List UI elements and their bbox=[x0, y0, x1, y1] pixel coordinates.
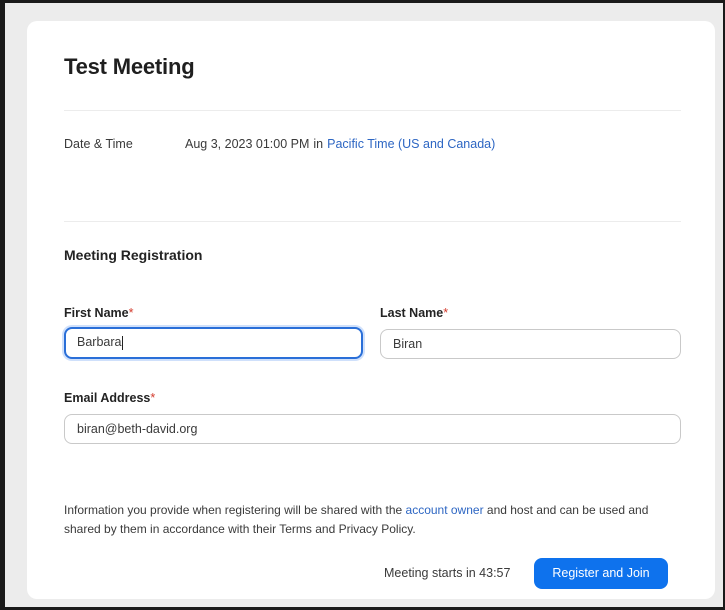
email-input[interactable]: biran@beth-david.org bbox=[64, 414, 681, 444]
in-word: in bbox=[313, 137, 324, 151]
first-name-label-text: First Name bbox=[64, 306, 129, 320]
privacy-notice: Information you provide when registering… bbox=[64, 501, 684, 539]
email-value: biran@beth-david.org bbox=[77, 422, 198, 436]
registration-card: Test Meeting Date & Time Aug 3, 2023 01:… bbox=[27, 21, 715, 599]
divider bbox=[64, 221, 681, 222]
account-owner-link[interactable]: account owner bbox=[406, 503, 484, 517]
email-label: Email Address* bbox=[64, 391, 155, 405]
window-frame: Test Meeting Date & Time Aug 3, 2023 01:… bbox=[5, 3, 723, 607]
notice-text-before: Information you provide when registering… bbox=[64, 503, 406, 517]
first-name-input[interactable]: Barbara bbox=[64, 327, 363, 359]
divider bbox=[64, 110, 681, 111]
last-name-input[interactable]: Biran bbox=[380, 329, 681, 359]
register-and-join-button[interactable]: Register and Join bbox=[534, 558, 668, 589]
last-name-label-text: Last Name bbox=[380, 306, 444, 320]
text-caret bbox=[122, 335, 124, 350]
date-time-value: Aug 3, 2023 01:00 PM bbox=[185, 137, 310, 151]
first-name-label: First Name* bbox=[64, 306, 133, 320]
timezone-link[interactable]: Pacific Time (US and Canada) bbox=[327, 137, 495, 151]
last-name-label: Last Name* bbox=[380, 306, 448, 320]
section-title: Meeting Registration bbox=[64, 247, 203, 263]
first-name-value: Barbara bbox=[77, 335, 122, 349]
required-marker: * bbox=[150, 391, 156, 405]
last-name-value: Biran bbox=[393, 337, 423, 351]
date-time-value-row: Aug 3, 2023 01:00 PM in Pacific Time (US a… bbox=[185, 137, 495, 151]
required-marker: * bbox=[443, 306, 449, 320]
required-marker: * bbox=[128, 306, 134, 320]
email-label-text: Email Address bbox=[64, 391, 151, 405]
page-title: Test Meeting bbox=[64, 54, 195, 79]
meeting-countdown: Meeting starts in 43:57 bbox=[384, 566, 511, 580]
date-time-label: Date & Time bbox=[64, 137, 133, 151]
